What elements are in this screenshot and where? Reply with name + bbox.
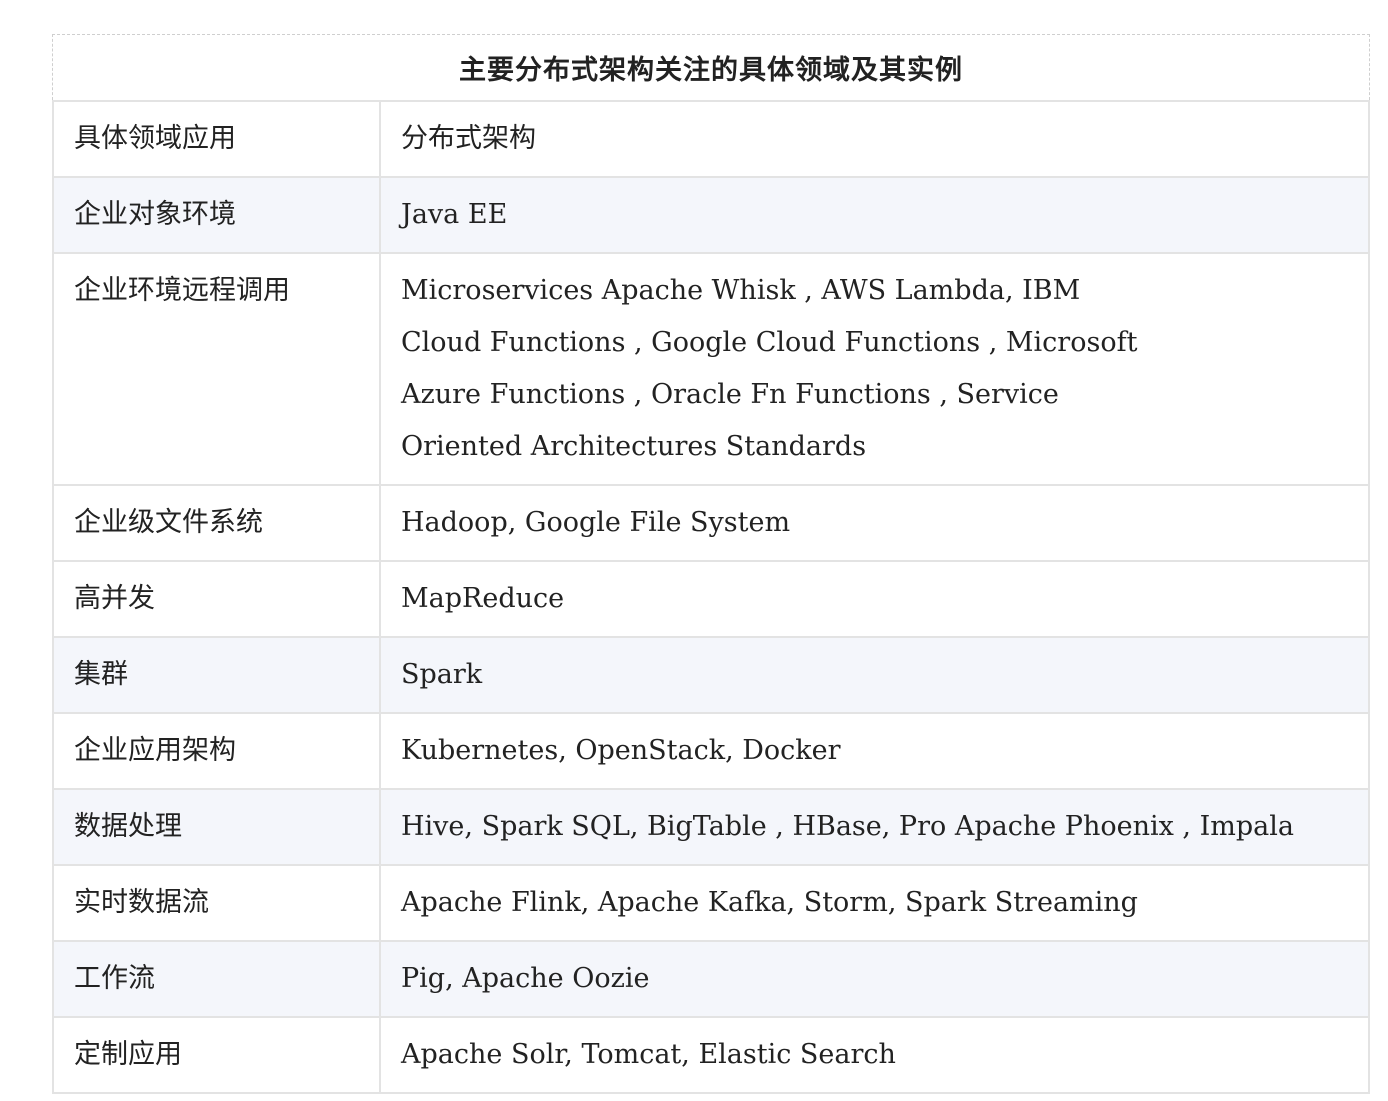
framework-line: Azure Functions , Oracle Fn Functions , …: [401, 379, 1059, 410]
framework-line: Hadoop, Google File System: [401, 507, 791, 538]
area-cell: 定制应用: [52, 1016, 381, 1094]
area-cell: 工作流: [52, 940, 381, 1018]
area-cell: 企业应用架构: [52, 712, 381, 790]
framework-cell: Java EE: [379, 176, 1370, 254]
table-row: 定制应用 Apache Solr, Tomcat, Elastic Search: [52, 1016, 1370, 1094]
table-row: 工作流 Pig, Apache Oozie: [52, 940, 1370, 1018]
framework-line: Apache Solr, Tomcat, Elastic Search: [401, 1039, 896, 1070]
area-cell: 高并发: [52, 560, 381, 638]
architecture-table: 主要分布式架构关注的具体领域及其实例 具体领域应用 分布式架构 企业对象环境 J…: [52, 34, 1370, 1094]
framework-cell: Microservices Apache Whisk , AWS Lambda,…: [379, 252, 1370, 486]
framework-cell: Hive, Spark SQL, BigTable , HBase, Pro A…: [379, 788, 1370, 866]
framework-line: Apache Flink, Apache Kafka, Storm, Spark…: [401, 887, 1138, 918]
framework-line: Java EE: [401, 199, 508, 230]
framework-line: Cloud Functions , Google Cloud Functions…: [401, 327, 1138, 358]
area-cell: 企业环境远程调用: [52, 252, 381, 486]
table-row: 企业级文件系统 Hadoop, Google File System: [52, 484, 1370, 562]
framework-cell: Hadoop, Google File System: [379, 484, 1370, 562]
area-cell: 数据处理: [52, 788, 381, 866]
framework-cell: Apache Flink, Apache Kafka, Storm, Spark…: [379, 864, 1370, 942]
framework-cell: Apache Solr, Tomcat, Elastic Search: [379, 1016, 1370, 1094]
area-cell: 企业对象环境: [52, 176, 381, 254]
area-cell: 集群: [52, 636, 381, 714]
framework-line: Hive, Spark SQL, BigTable , HBase, Pro A…: [401, 811, 1294, 842]
framework-line: Spark: [401, 659, 483, 690]
table-row: 高并发 MapReduce: [52, 560, 1370, 638]
framework-cell: MapReduce: [379, 560, 1370, 638]
framework-line: MapReduce: [401, 583, 565, 614]
table-header-row: 具体领域应用 分布式架构: [52, 100, 1370, 178]
table-row: 实时数据流 Apache Flink, Apache Kafka, Storm,…: [52, 864, 1370, 942]
framework-line: Microservices Apache Whisk , AWS Lambda,…: [401, 275, 1081, 306]
framework-cell: Pig, Apache Oozie: [379, 940, 1370, 1018]
table-row: 集群 Spark: [52, 636, 1370, 714]
data-table: 具体领域应用 分布式架构 企业对象环境 Java EE 企业环境远程调用 Mic…: [52, 100, 1370, 1094]
area-cell: 企业级文件系统: [52, 484, 381, 562]
framework-cell: Spark: [379, 636, 1370, 714]
header-cell-area: 具体领域应用: [52, 100, 381, 178]
table-row: 企业应用架构 Kubernetes, OpenStack, Docker: [52, 712, 1370, 790]
table-row: 企业环境远程调用 Microservices Apache Whisk , AW…: [52, 252, 1370, 486]
table-row: 数据处理 Hive, Spark SQL, BigTable , HBase, …: [52, 788, 1370, 866]
framework-line: Kubernetes, OpenStack, Docker: [401, 735, 841, 766]
header-cell-framework: 分布式架构: [379, 100, 1370, 178]
framework-line: Oriented Architectures Standards: [401, 431, 867, 462]
table-row: 企业对象环境 Java EE: [52, 176, 1370, 254]
table-caption: 主要分布式架构关注的具体领域及其实例: [52, 34, 1370, 100]
area-cell: 实时数据流: [52, 864, 381, 942]
framework-line: Pig, Apache Oozie: [401, 963, 650, 994]
framework-cell: Kubernetes, OpenStack, Docker: [379, 712, 1370, 790]
